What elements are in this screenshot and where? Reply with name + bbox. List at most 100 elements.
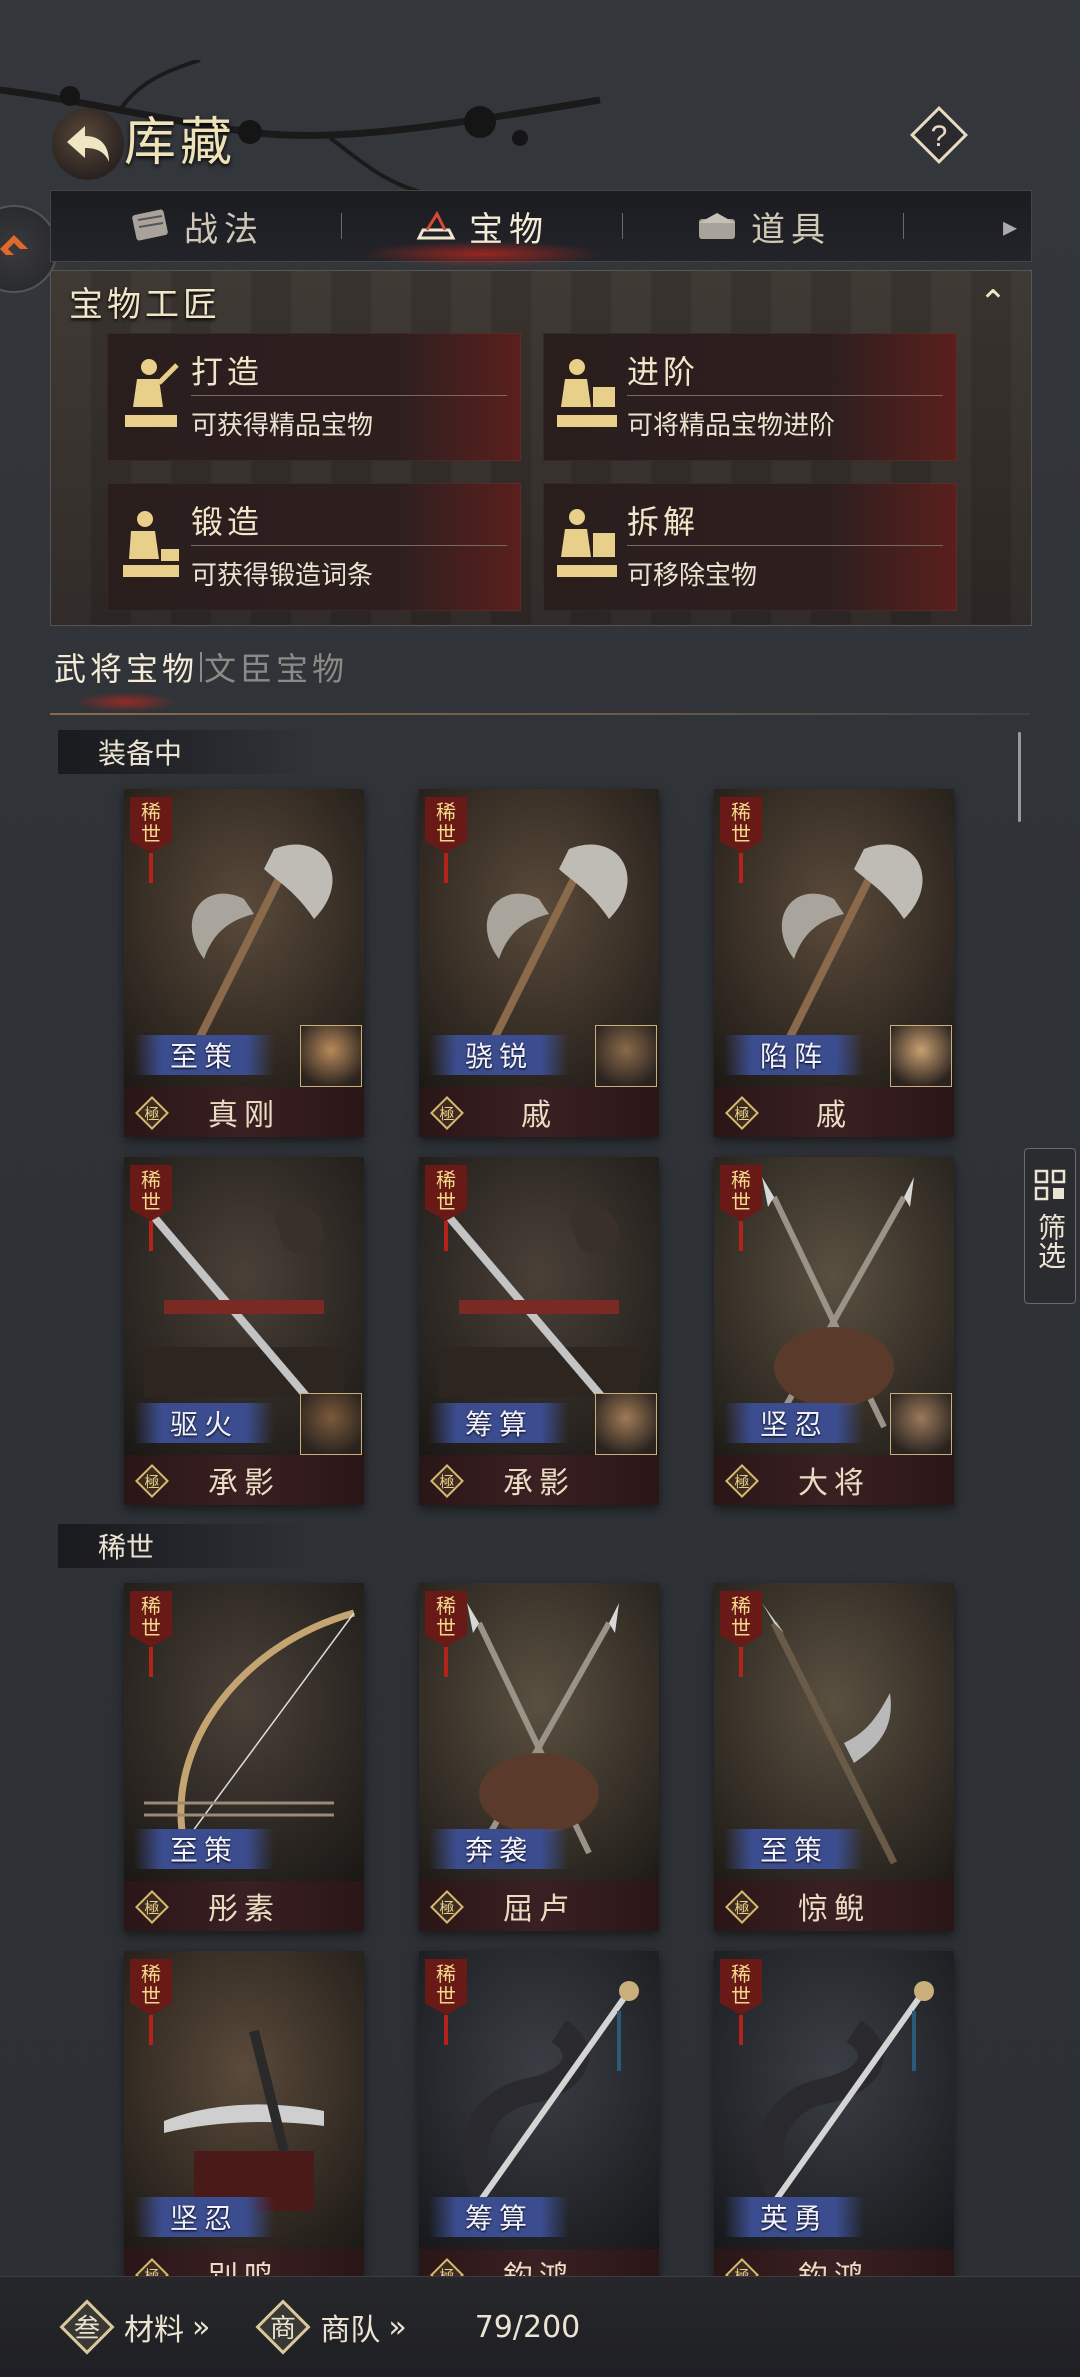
rarity-badge: 稀世 [425, 1591, 467, 1677]
skill-tag: 陷阵 [724, 1035, 864, 1075]
svg-text:叁: 叁 [74, 2314, 100, 2344]
sub-tab-divider [200, 652, 203, 682]
section-header-equipped: 装备中 [58, 730, 318, 774]
arrow-icon [0, 235, 28, 255]
rarity-badge: 稀世 [720, 797, 762, 883]
craft-option-advance[interactable]: 进阶 可将精品宝物进阶 [543, 333, 957, 461]
svg-text:極: 極 [144, 1473, 159, 1491]
general-portrait-avatar [595, 1393, 657, 1455]
svg-text:世: 世 [141, 1190, 161, 1214]
tab-general-treasure[interactable]: 武将宝物 [54, 644, 198, 712]
general-portrait-avatar [300, 1025, 362, 1087]
grade-badge-icon: 極 [725, 1464, 759, 1498]
skill-tag: 筹算 [429, 2197, 569, 2237]
rarity-badge: 稀世 [425, 1959, 467, 2045]
materials-button[interactable]: 叁 材料 » [58, 2298, 210, 2356]
inventory-count: 79/200 [474, 2309, 581, 2345]
grade-badge-icon: 極 [430, 1464, 464, 1498]
tab-label: 战法 [184, 209, 264, 250]
svg-text:稀: 稀 [731, 1962, 751, 1986]
chest-icon [699, 213, 735, 239]
help-button[interactable]: ? [906, 102, 972, 168]
treasure-card[interactable]: 稀世筹算鈎鸿極 [419, 1951, 659, 2299]
tab-label: 宝物 [469, 209, 549, 250]
grade-badge-icon: 極 [135, 1464, 169, 1498]
filter-label: 筛选 [1034, 1213, 1067, 1269]
merchant-button[interactable]: 商 商队 » [254, 2298, 407, 2356]
blacksmith-kneel-icon [123, 511, 179, 577]
grade-badge-icon: 極 [725, 1096, 759, 1130]
merchant-icon: 商 [255, 2299, 311, 2355]
craft-option-dismantle[interactable]: 拆解 可移除宝物 [543, 483, 957, 611]
scroll-icon [132, 209, 168, 241]
tab-tactics[interactable]: 战法 [51, 191, 341, 261]
tab-items[interactable]: 道具 [623, 191, 903, 261]
skill-tag: 英勇 [724, 2197, 864, 2237]
svg-text:極: 極 [439, 1899, 454, 1917]
svg-text:稀: 稀 [731, 1594, 751, 1618]
treasure-card[interactable]: 稀世奔袭 屈卢極 [419, 1583, 659, 1931]
craft-option-name: 打造 [191, 353, 264, 391]
category-tabs: 战法 宝物 道具 ▸ [50, 190, 1032, 267]
treasure-card[interactable]: 稀世坚忍 大将極 [714, 1157, 954, 1505]
svg-text:稀: 稀 [731, 800, 751, 824]
tab-scroll-right-icon[interactable]: ▸ [1003, 210, 1017, 243]
treasure-card[interactable]: 稀世驱火 承影極 [124, 1157, 364, 1505]
craft-panel-title: 宝物工匠 [69, 285, 221, 325]
treasure-card[interactable]: 稀世骁锐戚極 [419, 789, 659, 1137]
svg-text:?: ? [931, 120, 948, 153]
rarity-badge: 稀世 [720, 1165, 762, 1251]
svg-text:極: 極 [734, 1105, 749, 1123]
scrollbar[interactable] [1018, 732, 1021, 822]
svg-text:極: 極 [439, 1105, 454, 1123]
svg-text:商: 商 [270, 2314, 296, 2344]
treasure-card[interactable]: 稀世英勇鈎鸿極 [714, 1951, 954, 2299]
craft-option-desc: 可移除宝物 [627, 561, 758, 591]
grade-badge-icon: 極 [135, 1096, 169, 1130]
craft-option-reforge[interactable]: 锻造 可获得锻造词条 [107, 483, 521, 611]
rarity-badge: 稀世 [130, 1959, 172, 2045]
treasure-card[interactable]: 稀世陷阵戚極 [714, 789, 954, 1137]
tab-treasure[interactable]: 宝物 [342, 191, 622, 267]
rarity-badge: 稀世 [720, 1591, 762, 1677]
svg-text:世: 世 [731, 1190, 751, 1214]
treasure-card[interactable]: 稀世筹算 承影極 [419, 1157, 659, 1505]
svg-text:稀: 稀 [141, 1168, 161, 1192]
svg-text:世: 世 [141, 1984, 161, 2008]
grade-badge-icon: 極 [430, 1096, 464, 1130]
skill-tag: 坚忍 [724, 1403, 864, 1443]
svg-text:世: 世 [436, 1190, 456, 1214]
craft-option-forge[interactable]: 打造 可获得精品宝物 [107, 333, 521, 461]
skill-tag: 至策 [134, 1035, 274, 1075]
back-arrow-icon [67, 126, 109, 162]
craft-option-name: 锻造 [191, 503, 264, 541]
craft-option-desc: 可将精品宝物进阶 [627, 411, 836, 441]
merchant-arrow: » [388, 2309, 407, 2345]
svg-text:世: 世 [731, 1984, 751, 2008]
svg-text:稀: 稀 [141, 1594, 161, 1618]
grade-badge-icon: 極 [135, 1890, 169, 1924]
svg-text:世: 世 [731, 822, 751, 846]
page-title: 库藏 [124, 113, 237, 173]
filter-button[interactable]: 筛选 [1024, 1148, 1076, 1304]
svg-text:世: 世 [436, 1616, 456, 1640]
back-button[interactable] [52, 108, 124, 180]
svg-text:世: 世 [436, 1984, 456, 2008]
treasure-craftsman-panel: 宝物工匠 ⌃ 打造 可获得精品宝物 进阶 可将精品宝物进阶 锻造 可获得锻造词条… [50, 270, 1032, 626]
treasure-card[interactable]: 稀世至策 惊鲵極 [714, 1583, 954, 1931]
craft-option-name: 进阶 [627, 353, 700, 391]
materials-icon: 叁 [59, 2299, 115, 2355]
tab-minister-treasure[interactable]: 文臣宝物 [204, 644, 348, 690]
treasure-card[interactable]: 稀世至策 彤素極 [124, 1583, 364, 1931]
collapse-chevron-up-icon[interactable]: ⌃ [969, 283, 1017, 323]
skill-tag: 驱火 [134, 1403, 274, 1443]
rarity-badge: 稀世 [130, 1165, 172, 1251]
svg-text:稀: 稀 [436, 1962, 456, 1986]
svg-text:世: 世 [731, 1616, 751, 1640]
svg-text:極: 極 [144, 1899, 159, 1917]
grid-filter-icon [1034, 1169, 1066, 1201]
treasure-card[interactable]: 稀世坚忍别鸣極 [124, 1951, 364, 2299]
merchant-label: 商队 [320, 2313, 381, 2348]
grade-badge-icon: 極 [430, 1890, 464, 1924]
treasure-card[interactable]: 稀世至策 真刚極 [124, 789, 364, 1137]
